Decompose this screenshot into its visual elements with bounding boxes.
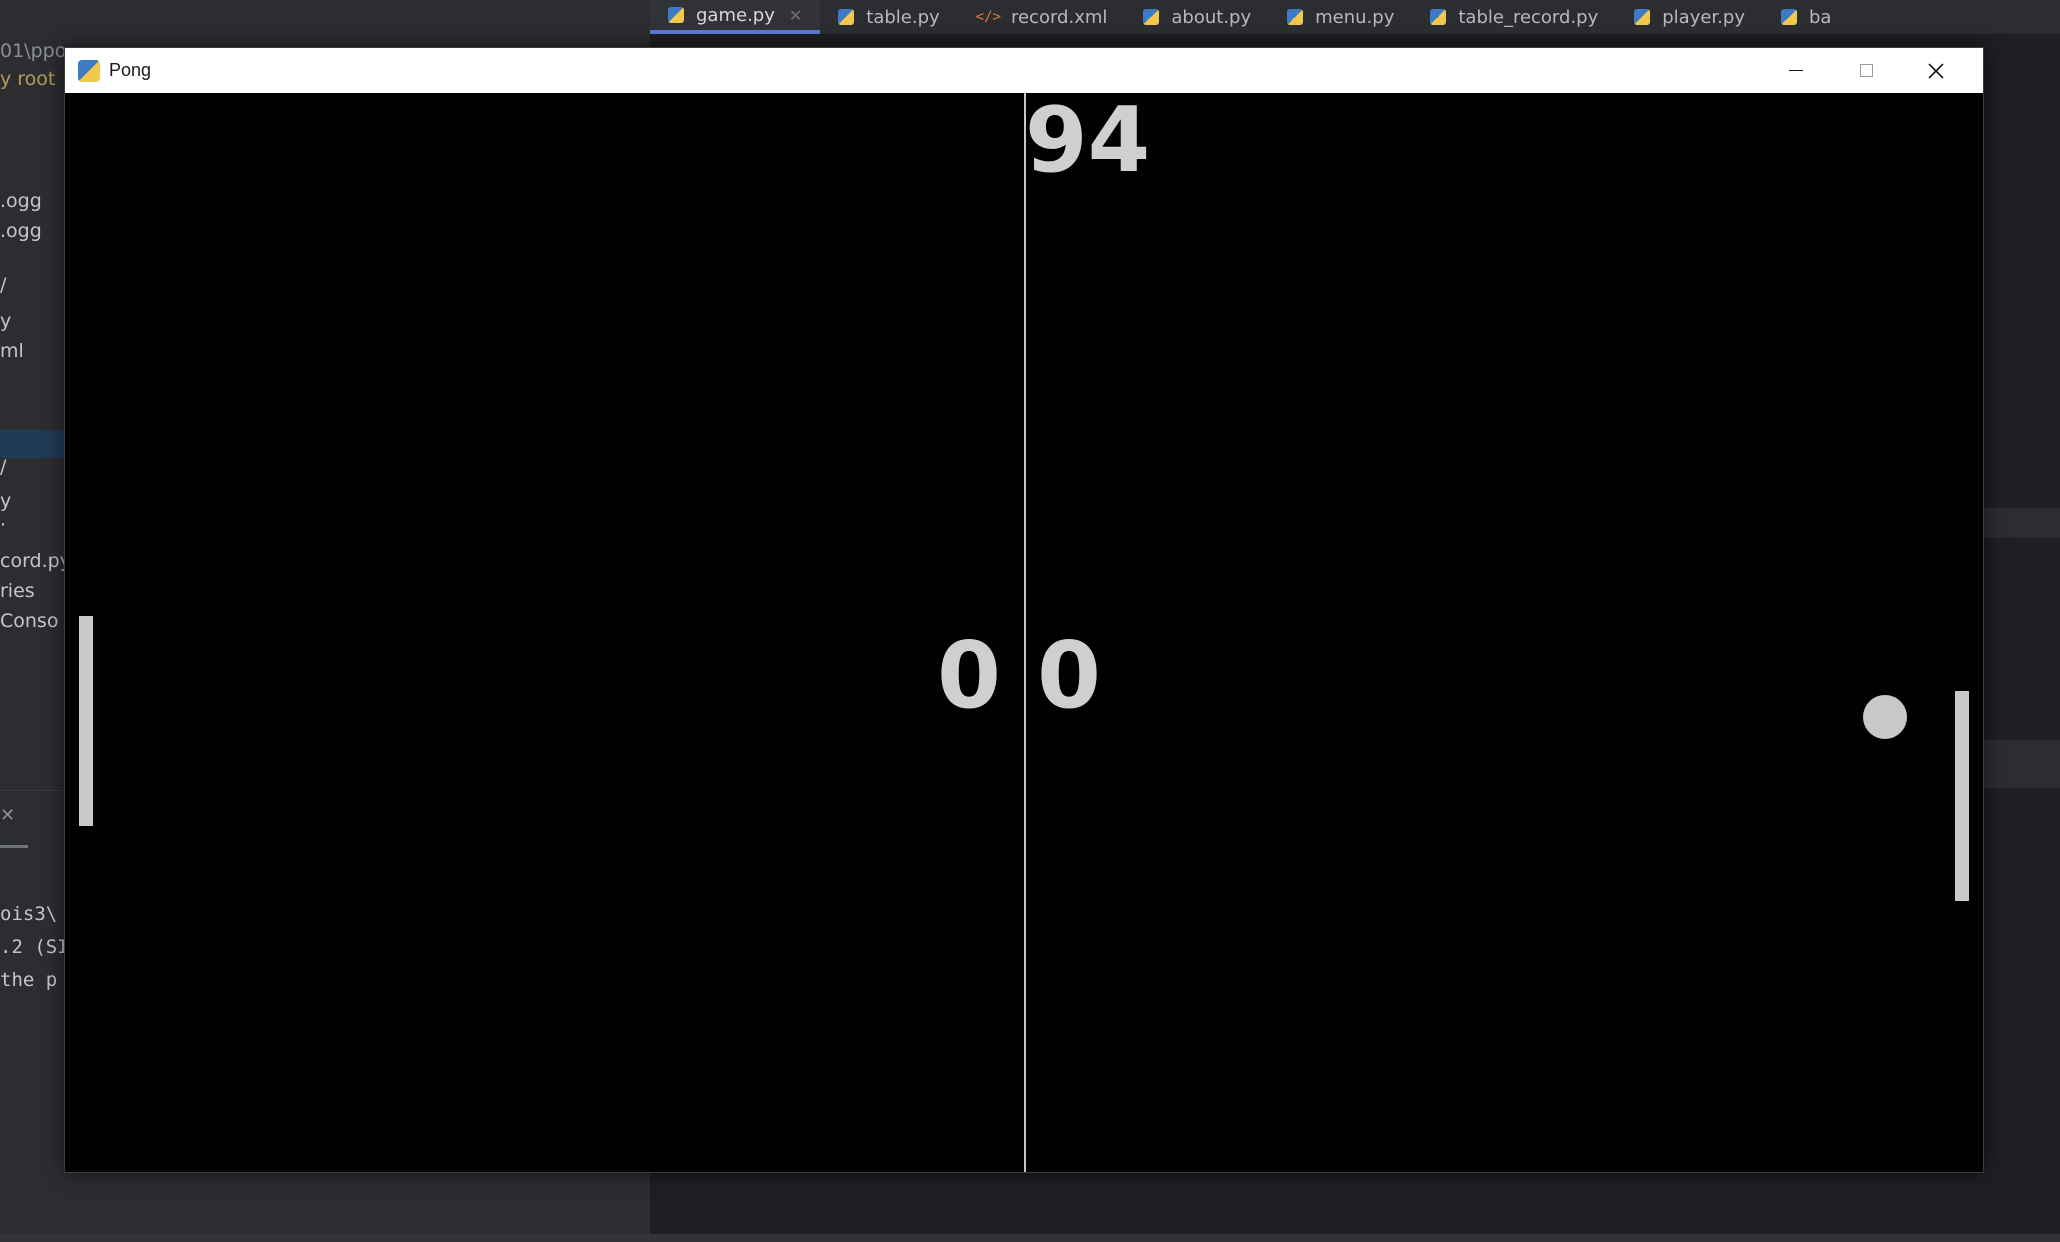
- close-icon[interactable]: ✕: [789, 6, 802, 25]
- pong-window: Pong 94 0 0: [64, 47, 1984, 1173]
- tab-label: about.py: [1171, 6, 1252, 28]
- project-tree: 01\ppois3 y root .ogg .ogg / y ml / y · …: [0, 34, 64, 794]
- tab-table-py[interactable]: table.py: [820, 0, 957, 34]
- python-file-icon: [1430, 9, 1447, 25]
- close-icon[interactable]: ✕: [0, 805, 15, 826]
- left-player-score: 0: [936, 622, 1001, 729]
- tab-label: player.py: [1662, 6, 1745, 28]
- tab-label: record.xml: [1010, 6, 1108, 28]
- tab-label: menu.py: [1315, 6, 1395, 28]
- right-player-score: 0: [1037, 622, 1102, 729]
- tab-record-xml[interactable]: </> record.xml: [958, 0, 1126, 34]
- tree-item[interactable]: y: [0, 490, 11, 512]
- xml-file-icon: </>: [975, 9, 1001, 25]
- tab-ba[interactable]: ba: [1763, 0, 1849, 34]
- minimize-button[interactable]: [1761, 48, 1831, 93]
- console-line: the p: [0, 969, 58, 991]
- tab-table-record-py[interactable]: table_record.py: [1412, 0, 1616, 34]
- tree-selection-highlight: [0, 430, 64, 458]
- tree-item[interactable]: .ogg: [0, 220, 42, 242]
- window-title: Pong: [109, 60, 152, 80]
- minimize-icon: [1789, 69, 1803, 72]
- python-file-icon: [1780, 9, 1797, 25]
- tree-item[interactable]: y: [0, 310, 11, 332]
- maximize-button[interactable]: [1831, 48, 1901, 93]
- close-icon: [1928, 62, 1944, 79]
- tab-player-py[interactable]: player.py: [1616, 0, 1763, 34]
- console-tab-indicator: [0, 845, 28, 848]
- tree-item[interactable]: /: [0, 274, 6, 296]
- window-titlebar[interactable]: Pong: [65, 48, 1983, 93]
- game-timer: 94: [1025, 93, 1151, 193]
- tab-menu-py[interactable]: menu.py: [1269, 0, 1412, 34]
- tab-label: ba: [1808, 6, 1832, 28]
- ball: [1863, 695, 1907, 739]
- tree-item[interactable]: Conso: [0, 610, 58, 632]
- editor-tab-bar: game.py ✕ table.py </> record.xml about.…: [650, 0, 2060, 34]
- console-line: ois3\: [0, 903, 58, 925]
- pygame-snake-icon: [78, 59, 100, 82]
- tab-label: table_record.py: [1458, 6, 1599, 28]
- tree-item[interactable]: /: [0, 456, 6, 478]
- python-file-icon: [1287, 9, 1304, 25]
- tree-item[interactable]: cord.py: [0, 550, 64, 572]
- tree-path: 01\ppois3: [0, 40, 64, 62]
- tab-label: game.py: [696, 4, 775, 26]
- tree-item[interactable]: ml: [0, 340, 24, 362]
- game-canvas[interactable]: 94 0 0: [65, 93, 1983, 1172]
- python-file-icon: [1143, 9, 1160, 25]
- maximize-icon: [1859, 64, 1873, 77]
- close-button[interactable]: [1901, 48, 1971, 93]
- tree-item[interactable]: ·: [0, 514, 6, 536]
- run-console-panel: ✕ ois3\ .2 (SI the p: [0, 790, 64, 1242]
- status-bar: [0, 1234, 2060, 1242]
- tab-about-py[interactable]: about.py: [1125, 0, 1269, 34]
- console-line: .2 (SI: [0, 936, 64, 958]
- python-file-icon: [838, 9, 855, 25]
- tab-game-py[interactable]: game.py ✕: [650, 0, 821, 34]
- python-file-icon: [668, 7, 684, 23]
- tab-label: table.py: [866, 6, 940, 28]
- center-net-line: [1024, 93, 1026, 1172]
- tree-item[interactable]: .ogg: [0, 190, 42, 212]
- python-file-icon: [1634, 9, 1651, 25]
- tree-root-label: y root: [0, 68, 56, 90]
- right-paddle: [1955, 691, 1969, 901]
- tree-item[interactable]: ries: [0, 580, 35, 602]
- left-paddle: [79, 616, 93, 826]
